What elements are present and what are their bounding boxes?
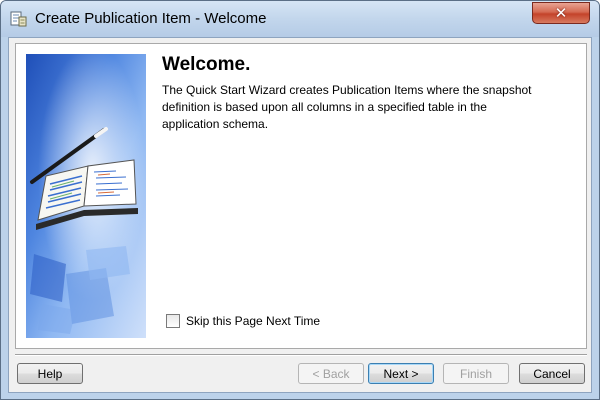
welcome-heading: Welcome. — [162, 54, 251, 75]
window-title: Create Publication Item - Welcome — [35, 10, 267, 27]
dialog-client-area: Welcome. The Quick Start Wizard creates … — [8, 37, 592, 393]
next-button[interactable]: Next > — [368, 363, 434, 384]
finish-button[interactable]: Finish — [443, 363, 509, 384]
close-icon: ✕ — [554, 4, 568, 22]
wizard-book-illustration — [26, 54, 146, 338]
cancel-button[interactable]: Cancel — [519, 363, 585, 384]
publication-item-icon — [10, 11, 27, 27]
button-separator — [15, 354, 587, 356]
help-button[interactable]: Help — [17, 363, 83, 384]
wizard-dialog-window: Create Publication Item - Welcome ✕ Welc… — [0, 0, 600, 400]
skip-page-label[interactable]: Skip this Page Next Time — [186, 314, 320, 328]
skip-page-checkbox[interactable] — [166, 314, 180, 328]
content-panel: Welcome. The Quick Start Wizard creates … — [15, 43, 587, 349]
close-button[interactable]: ✕ — [532, 2, 590, 24]
back-button[interactable]: < Back — [298, 363, 364, 384]
title-bar[interactable]: Create Publication Item - Welcome ✕ — [1, 1, 599, 37]
skip-page-option[interactable]: Skip this Page Next Time — [166, 314, 320, 328]
welcome-description: The Quick Start Wizard creates Publicati… — [162, 83, 532, 131]
